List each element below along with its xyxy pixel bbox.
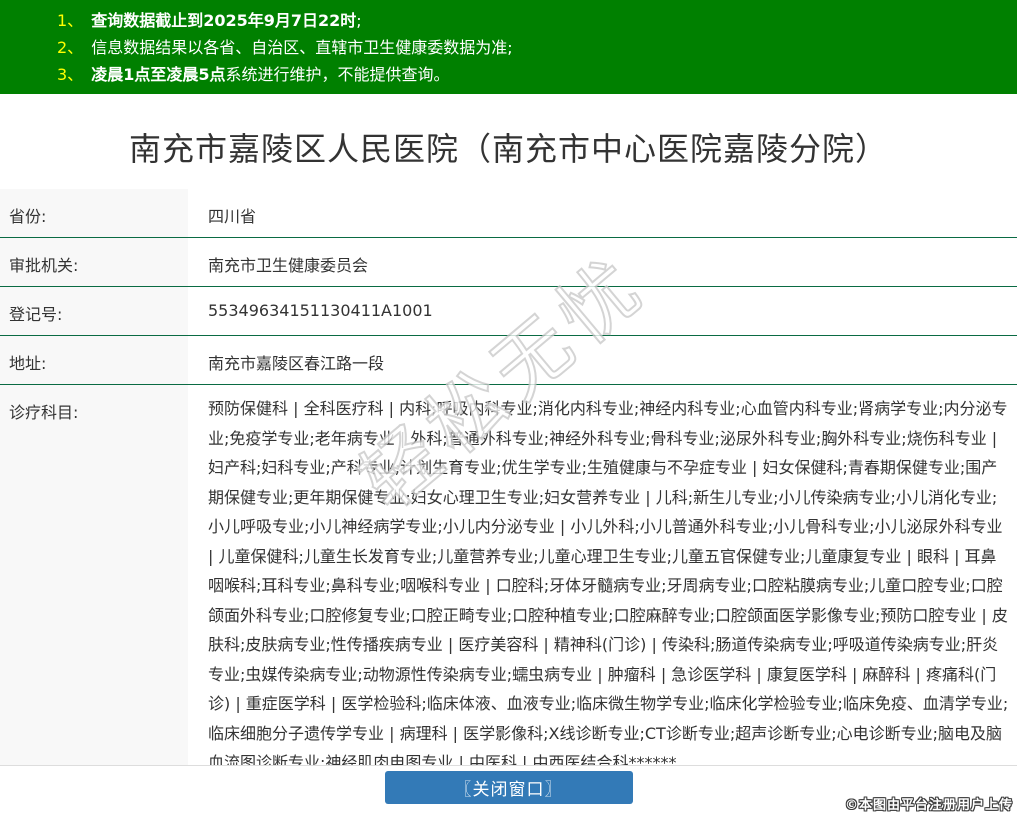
notice-index-3: 3、	[57, 65, 84, 84]
notice-text-1-post: ;	[356, 11, 362, 30]
row-label-province: 省份:	[0, 189, 188, 237]
row-value-medical-subjects: 预防保健科 | 全科医疗科 | 内科;呼吸内科专业;消化内科专业;神经内科专业;…	[208, 399, 1009, 765]
table-row-address: 地址: 南充市嘉陵区春江路一段	[0, 336, 1017, 385]
row-value-approval-authority: 南充市卫生健康委员会	[208, 256, 369, 275]
close-window-button[interactable]: 〖关闭窗口〗	[384, 771, 633, 804]
table-row-approval-authority: 审批机关: 南充市卫生健康委员会	[0, 238, 1017, 287]
notice-text-3-post: 系统进行维护，不能提供查询。	[225, 65, 450, 84]
row-value-address: 南充市嘉陵区春江路一段	[208, 354, 385, 373]
table-row-registration-number: 登记号: 55349634151130411A1001	[0, 287, 1017, 336]
table-row-medical-subjects: 诊疗科目: 预防保健科 | 全科医疗科 | 内科;呼吸内科专业;消化内科专业;神…	[0, 385, 1017, 766]
notice-item-2: 2、 信息数据结果以各省、自治区、直辖市卫生健康委数据为准;	[57, 34, 1007, 61]
row-label-address: 地址:	[0, 336, 188, 384]
notice-item-3: 3、 凌晨1点至凌晨5点系统进行维护，不能提供查询。	[57, 61, 1007, 88]
row-label-medical-subjects: 诊疗科目:	[0, 385, 188, 765]
upload-credit: ©本图由平台注册用户上传	[844, 798, 1013, 813]
row-label-approval-authority: 审批机关:	[0, 238, 188, 286]
row-value-registration-number: 55349634151130411A1001	[208, 301, 433, 320]
row-value-province: 四川省	[208, 207, 257, 226]
notice-text-2-pre: 信息数据结果以各省、自治区、直辖市卫生健康委数据为准;	[91, 38, 513, 57]
notice-index-1: 1、	[57, 11, 84, 30]
notice-bar: 1、 查询数据截止到2025年9月7日22时; 2、 信息数据结果以各省、自治区、直…	[0, 0, 1017, 94]
page-title: 南充市嘉陵区人民医院（南充市中心医院嘉陵分院）	[128, 130, 888, 168]
info-table: 省份: 四川省 审批机关: 南充市卫生健康委员会 登记号: 5534963415…	[0, 189, 1017, 766]
table-row-province: 省份: 四川省	[0, 189, 1017, 238]
notice-text-3-bold: 凌晨1点至凌晨5点	[91, 65, 226, 84]
notice-item-1: 1、 查询数据截止到2025年9月7日22时;	[57, 7, 1007, 34]
notice-index-2: 2、	[57, 38, 84, 57]
notice-text-1-bold: 查询数据截止到2025年9月7日22时	[91, 11, 357, 30]
row-label-registration-number: 登记号:	[0, 287, 188, 335]
